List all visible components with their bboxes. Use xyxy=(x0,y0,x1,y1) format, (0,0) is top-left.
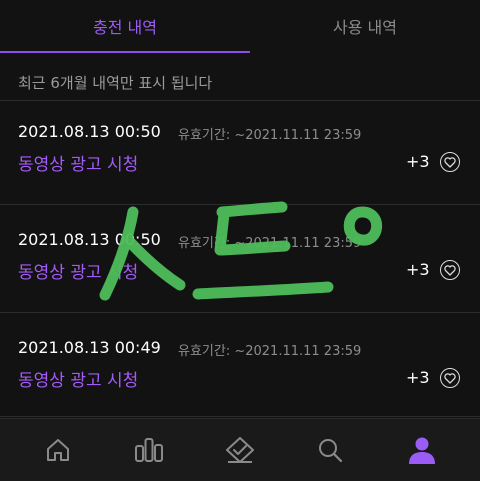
item-expiry: 유효기간: ~2021.11.11 23:59 xyxy=(178,344,362,359)
person-icon xyxy=(409,437,435,464)
tab-usage-history[interactable]: 사용 내역 xyxy=(240,0,480,52)
item-amount: +3 xyxy=(406,260,430,279)
item-amount: +3 xyxy=(406,368,430,387)
divider xyxy=(0,100,480,101)
item-title: 동영상 광고 시청 xyxy=(18,155,139,175)
nav-coupon-button[interactable] xyxy=(220,433,260,467)
tab-bar: 충전 내역 사용 내역 xyxy=(0,0,480,54)
home-icon xyxy=(47,439,69,461)
list-item[interactable]: 2021.08.13 00:49 유효기간: ~2021.11.11 23:59… xyxy=(0,318,480,426)
heart-icon xyxy=(440,152,460,172)
active-tab-indicator xyxy=(0,51,250,53)
divider xyxy=(0,312,480,313)
item-amount: +3 xyxy=(406,152,430,171)
item-expiry: 유효기간: ~2021.11.11 23:59 xyxy=(178,236,362,251)
tab-charge-history[interactable]: 충전 내역 xyxy=(0,0,250,52)
item-title: 동영상 광고 시청 xyxy=(18,263,139,283)
item-time: 2021.08.13 00:49 xyxy=(18,338,161,357)
divider xyxy=(0,416,480,417)
history-notice: 최근 6개월 내역만 표시 됩니다 xyxy=(18,74,213,92)
nav-home-button[interactable] xyxy=(38,433,78,467)
heart-icon xyxy=(440,260,460,280)
item-title: 동영상 광고 시청 xyxy=(18,371,139,391)
item-expiry: 유효기간: ~2021.11.11 23:59 xyxy=(178,128,362,143)
item-time: 2021.08.13 00:50 xyxy=(18,122,161,141)
item-time: 2021.08.13 00:50 xyxy=(18,230,161,249)
bar-chart-icon xyxy=(135,438,163,462)
nav-search-button[interactable] xyxy=(310,433,350,467)
nav-profile-button[interactable] xyxy=(402,433,442,467)
ticket-check-icon xyxy=(226,437,254,463)
nav-stats-button[interactable] xyxy=(129,433,169,467)
search-icon xyxy=(319,439,343,463)
heart-icon xyxy=(440,368,460,388)
divider xyxy=(0,204,480,205)
list-item[interactable]: 2021.08.13 00:50 유효기간: ~2021.11.11 23:59… xyxy=(0,102,480,210)
bottom-navigation xyxy=(0,418,480,481)
list-item[interactable]: 2021.08.13 00:50 유효기간: ~2021.11.11 23:59… xyxy=(0,210,480,318)
